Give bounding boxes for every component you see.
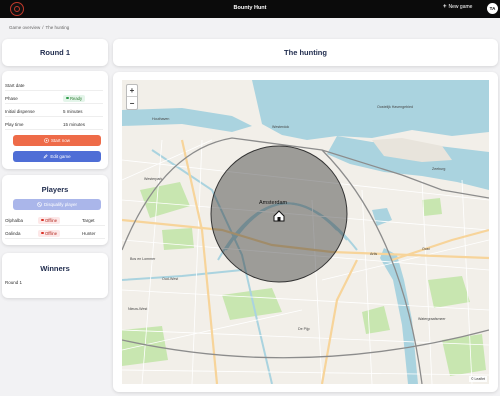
map[interactable]: Amsterdam Houthaven Westerpark Bos en Lo… [122,80,489,384]
plus-icon: + [443,4,447,10]
map-attribution[interactable]: © Leaflet [468,376,487,382]
breadcrumb-separator: / [42,25,44,30]
player-name: Olphalba [5,217,24,223]
players-card: Players Disqualify player Olphalba Offli… [2,175,108,245]
hunt-title: The hunting [284,48,327,57]
player-status-badge: Offline [38,229,61,237]
map-label: Zeeburg [432,167,445,171]
player-row[interactable]: Olphalba Offline Target [5,215,105,226]
map-label: Houthaven [152,117,169,121]
info-row-start-date: Start date [5,80,103,91]
phase-value: Ready [70,95,83,101]
info-value: 15 minutes [63,121,86,127]
player-name: Oalinda [5,230,21,236]
info-row-phase: Phase Ready [5,93,103,104]
app-title: Bounty Hunt [233,5,267,11]
phase-badge: Ready [63,94,86,102]
info-label: Initial dispense [5,108,35,114]
winners-card: Winners Round 1 [2,253,108,298]
pencil-icon [43,154,48,159]
game-info-card: Start date Phase Ready Initial dispense … [2,71,108,169]
player-status: Offline [45,217,58,223]
new-game-label: New game [448,4,473,10]
map-label: De Pijp [298,327,310,331]
status-dot-icon [41,231,44,235]
round-card: Round 1 [2,39,108,66]
zoom-out-button[interactable]: − [127,97,137,109]
play-icon [44,138,49,143]
info-row-initial-dispense: Initial dispense 5 minutes [5,106,103,117]
player-row[interactable]: Oalinda Offline Hunter [5,228,105,239]
top-bar: Bounty Hunt + New game TA [0,0,500,18]
map-label: Westerdok [272,125,289,129]
breadcrumb-home-link[interactable]: Game overview [9,25,40,30]
ban-icon [37,202,42,207]
player-role: Target [82,217,95,223]
avatar[interactable]: TA [487,3,498,14]
breadcrumb: Game overview / The hunting [9,25,69,30]
winner-row: Round 1 [5,280,23,285]
zoom-in-button[interactable]: + [127,85,137,97]
player-status: Offline [45,230,58,236]
info-label: Start date [5,82,25,88]
map-label: Oost [422,247,430,251]
map-label: Oud-West [162,277,178,281]
status-dot-icon [66,96,69,100]
edit-game-button[interactable]: Edit game [13,151,101,162]
new-game-button[interactable]: + New game [443,4,472,10]
start-now-button[interactable]: Start now [13,135,101,146]
map-canvas[interactable]: Amsterdam Houthaven Westerpark Bos en Lo… [122,80,489,384]
map-label: Westerpark [144,177,163,181]
map-label: Bos en Lommer [130,257,156,261]
disqualify-player-button[interactable]: Disqualify player [13,199,101,210]
winners-title: Winners [40,264,70,273]
status-dot-icon [41,218,44,222]
info-value: 5 minutes [63,108,83,114]
round-title: Round 1 [40,48,70,57]
map-label: Artis [370,252,377,256]
info-row-play-time: Play time 15 minutes [5,119,103,130]
info-label: Phase [5,95,18,101]
info-label: Play time [5,121,24,127]
map-label: Watergraafsmeer [418,317,446,321]
players-title: Players [41,185,69,194]
breadcrumb-current: The hunting [45,25,70,30]
start-now-label: Start now [50,138,70,143]
map-city-label: Amsterdam [259,200,288,206]
map-card: Amsterdam Houthaven Westerpark Bos en Lo… [113,72,498,392]
map-label: Oostelijk Havengebied [377,105,413,109]
edit-game-label: Edit game [50,154,71,159]
map-label: Nieuw-West [128,307,147,311]
player-role: Hunter [82,230,96,236]
hunt-header-card: The hunting [113,39,498,66]
player-status-badge: Offline [38,216,61,224]
zoom-control: + − [126,84,138,110]
disqualify-player-label: Disqualify player [43,202,77,207]
